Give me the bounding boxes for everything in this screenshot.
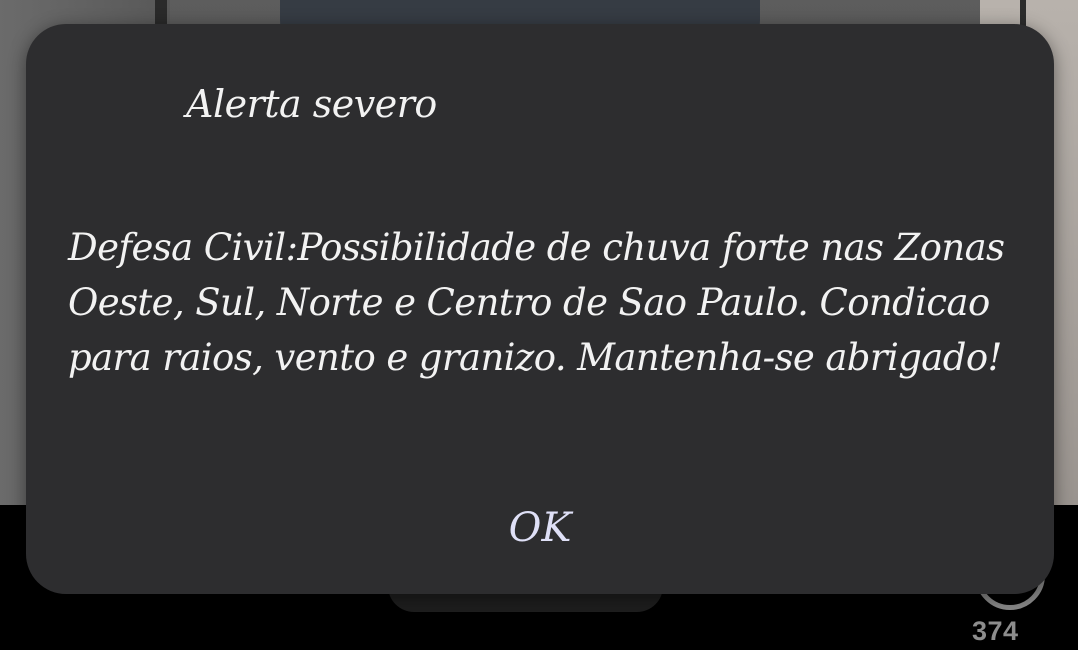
dialog-message: Defesa Civil:Possibilidade de chuva fort… [68,226,1005,379]
ok-button[interactable]: OK [476,496,604,560]
dialog-title: Alerta severo [186,82,437,126]
alert-dialog: Alerta severo Defesa Civil:Possibilidade… [26,24,1054,594]
comment-count: 374 [972,616,1019,646]
screen: 374 Alerta severo Defesa Civil:Possibili… [0,0,1078,650]
